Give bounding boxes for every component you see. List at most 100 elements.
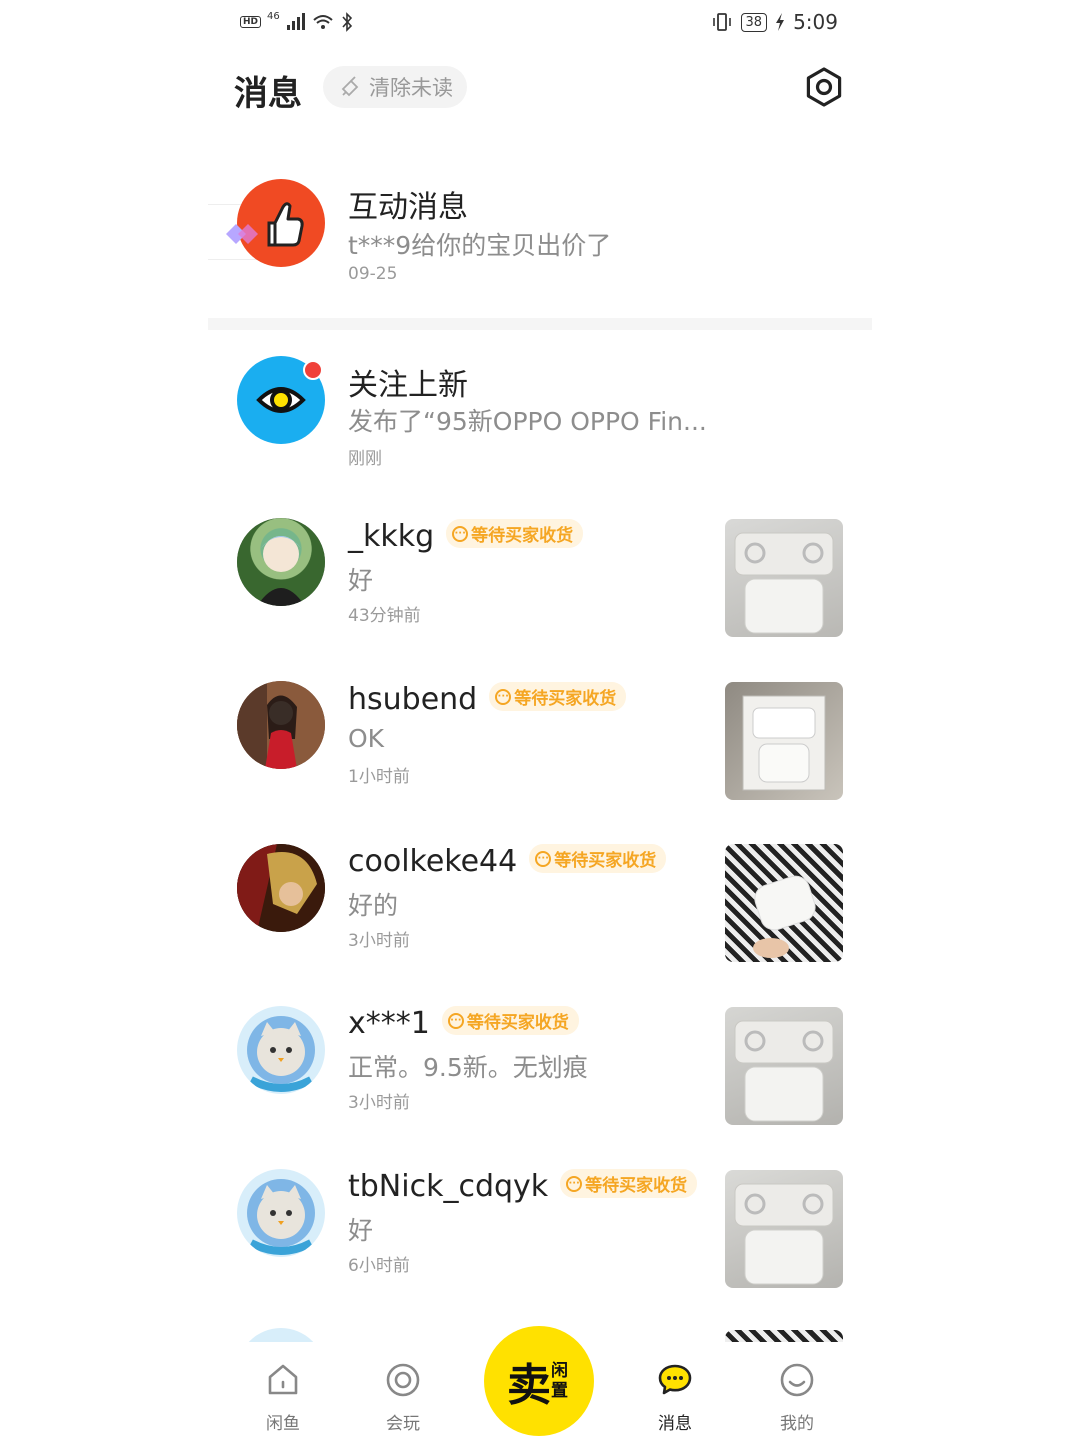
item-thumbnail[interactable] [725, 844, 843, 962]
status-badge-label: 等待买家收货 [585, 1176, 688, 1196]
status-badge-label: 等待买家收货 [466, 1013, 569, 1033]
item-thumbnail[interactable] [725, 1170, 843, 1288]
message-preview: 好 [348, 566, 374, 595]
battery-level: 38 [740, 12, 768, 32]
earbuds-box-image [734, 1183, 834, 1285]
item-thumbnail[interactable] [725, 519, 843, 637]
avatar [237, 1006, 325, 1094]
status-bar: HD 46 38 5:09 [208, 0, 872, 46]
contact-name-text: hsubend [348, 682, 478, 717]
avatar [237, 681, 325, 769]
avatar [237, 1169, 325, 1257]
sell-button-label: 卖 [507, 1360, 551, 1411]
item-thumbnail[interactable] [725, 682, 843, 800]
contact-name: x***1 ··· 等待买家收货 [348, 1006, 579, 1041]
earbuds-box-image [734, 1020, 834, 1122]
message-time: 3小时前 [348, 931, 410, 951]
status-badge: ··· 等待买家收货 [529, 844, 667, 873]
conversation-row[interactable]: _kkkg ··· 等待买家收货 好 43分钟前 [208, 503, 872, 653]
message-time: 6小时前 [348, 1256, 410, 1276]
status-badge-label: 等待买家收货 [471, 526, 574, 546]
status-badge: ··· 等待买家收货 [446, 519, 584, 548]
row-title: 互动消息 [348, 190, 468, 225]
cat-avatar-art [247, 1179, 315, 1255]
conversation-row[interactable]: hsubend ··· 等待买家收货 OK 1小时前 [208, 666, 872, 816]
follow-updates-row[interactable]: 关注上新 发布了“95新OPPO OPPO Fin... 刚刚 [208, 340, 872, 480]
nav-home[interactable]: 闲鱼 [248, 1362, 318, 1434]
message-time: 43分钟前 [348, 606, 421, 626]
nav-messages-label: 消息 [658, 1414, 692, 1434]
wifi-icon [313, 15, 333, 29]
message-preview: 好的 [348, 891, 399, 920]
status-badge-label: 等待买家收货 [554, 851, 657, 871]
row-title: 关注上新 [348, 368, 468, 403]
message-time: 3小时前 [348, 1093, 410, 1113]
item-thumbnail[interactable] [725, 1007, 843, 1125]
message-preview: 正常。9.5新。无划痕 [348, 1053, 588, 1082]
portrait-avatar-art [237, 844, 325, 932]
row-time: 09-25 [348, 264, 398, 284]
sell-button[interactable]: 卖 闲置 [484, 1326, 594, 1436]
signal-icon [286, 13, 305, 30]
clear-unread-label: 清除未读 [369, 76, 453, 100]
status-badge: ··· 等待买家收货 [489, 682, 627, 711]
clock: 5:09 [793, 10, 838, 34]
anime-avatar-art [237, 518, 325, 606]
status-badge: ··· 等待买家收货 [441, 1006, 579, 1035]
interaction-messages-row[interactable]: 互动消息 t***9给你的宝贝出价了 09-25 [208, 160, 872, 300]
home-icon [268, 1364, 298, 1395]
bluetooth-icon [342, 12, 352, 32]
unread-dot [303, 360, 323, 380]
contact-name: coolkeke44 ··· 等待买家收货 [348, 844, 667, 879]
nav-play-label: 会玩 [386, 1414, 420, 1434]
settings-gear-icon[interactable] [804, 67, 844, 107]
status-left: HD 46 [240, 10, 354, 32]
page-title: 消息 [234, 74, 302, 114]
row-preview: 发布了“95新OPPO OPPO Fin... [348, 407, 707, 436]
nav-home-label: 闲鱼 [266, 1414, 300, 1434]
conversation-row[interactable]: tbNick_cdqyk ··· 等待买家收货 好 6小时前 [208, 1153, 872, 1303]
avatar [237, 518, 325, 606]
charging-icon [776, 13, 785, 31]
clock-dots-icon: ··· [452, 525, 469, 542]
target-icon [386, 1363, 420, 1397]
clock-dots-icon: ··· [566, 1175, 583, 1192]
clock-dots-icon: ··· [495, 688, 512, 705]
section-divider [208, 318, 872, 330]
contact-name: tbNick_cdqyk ··· 等待买家收货 [348, 1169, 698, 1204]
message-time: 1小时前 [348, 767, 410, 787]
chat-bubble-icon [658, 1364, 692, 1395]
avatar [237, 844, 325, 932]
bottom-nav: 闲鱼 会玩 卖 闲置 消息 我的 [208, 1326, 872, 1439]
messages-screen: HD 46 38 5:09 消息 清除未读 互动消息 t***9给你的宝贝出价了… [208, 0, 872, 1439]
row-preview: t***9给你的宝贝出价了 [348, 231, 612, 260]
status-badge: ··· 等待买家收货 [560, 1169, 698, 1198]
earbuds-box-image [734, 532, 834, 634]
contact-name: hsubend ··· 等待买家收货 [348, 682, 627, 717]
conversation-row[interactable]: coolkeke44 ··· 等待买家收货 好的 3小时前 [208, 828, 872, 978]
contact-name: _kkkg ··· 等待买家收货 [348, 519, 584, 554]
message-preview: OK [348, 724, 385, 753]
clear-unread-button[interactable]: 清除未读 [323, 66, 467, 108]
row-time: 刚刚 [348, 449, 382, 469]
contact-name-text: x***1 [348, 1006, 430, 1041]
status-right: 38 5:09 [711, 10, 838, 34]
avatar-partial [237, 1328, 325, 1342]
network-label: 46 [267, 10, 280, 22]
sell-button-sublabel: 闲置 [551, 1361, 568, 1401]
swipe-arrows-icon [226, 224, 258, 244]
thumbnail-partial [725, 1330, 843, 1342]
cat-avatar-art [247, 1016, 315, 1092]
earbuds-in-box-image [742, 695, 826, 791]
clock-dots-icon: ··· [535, 850, 552, 867]
contact-name-text: coolkeke44 [348, 844, 518, 879]
contact-name-text: _kkkg [348, 519, 435, 554]
nav-play[interactable]: 会玩 [368, 1362, 438, 1434]
broom-icon [341, 76, 359, 97]
vibrate-icon [712, 13, 731, 31]
nav-mine[interactable]: 我的 [762, 1362, 832, 1434]
nav-messages[interactable]: 消息 [640, 1362, 710, 1434]
message-preview: 好 [348, 1216, 374, 1245]
status-badge-label: 等待买家收货 [514, 689, 617, 709]
conversation-row[interactable]: x***1 ··· 等待买家收货 正常。9.5新。无划痕 3小时前 [208, 990, 872, 1140]
